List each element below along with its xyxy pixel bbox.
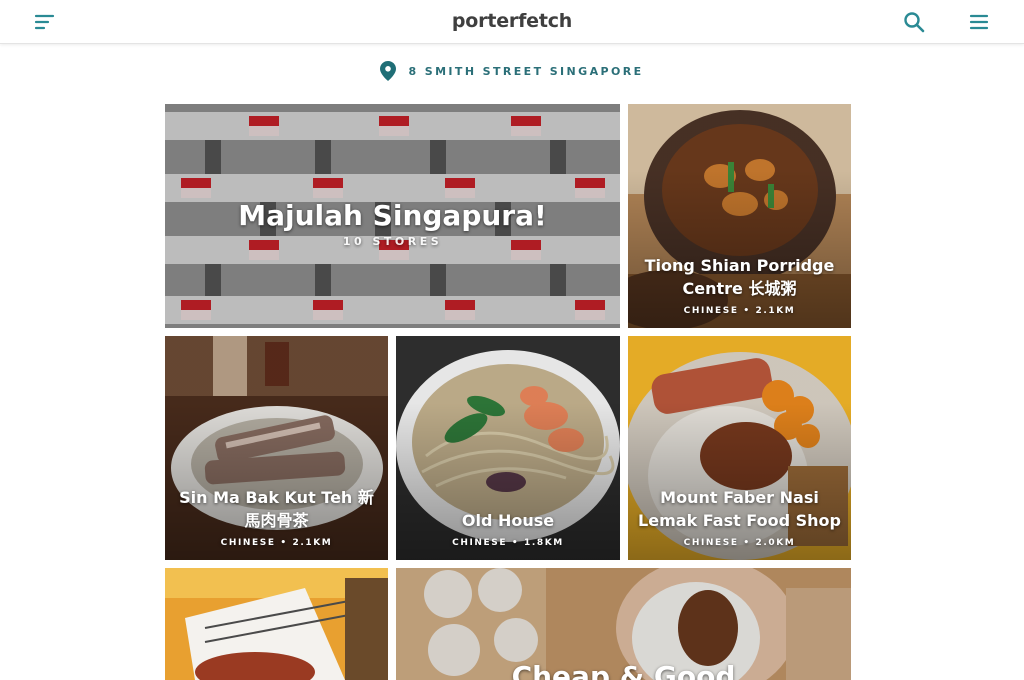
collection-card-majulah-singapura[interactable]: Majulah Singapura! 10 STORES [165,104,620,328]
restaurant-meta: CHINESE • 2.1KM [683,306,796,316]
collection-title: Cheap & Good [511,660,736,680]
restaurant-card-partial[interactable] [165,568,388,680]
map-pin-icon [380,61,397,81]
restaurant-name: Tiong Shian Porridge Centre 长城粥 [644,256,835,298]
location-address: 8 SMITH STREET SINGAPORE [408,64,644,78]
hamburger-icon[interactable] [968,11,990,33]
collection-store-count: 10 STORES [342,235,443,248]
restaurant-card-mount-faber-nasi-lemak[interactable]: Mount Faber Nasi Lemak Fast Food Shop CH… [628,336,851,560]
restaurant-name: Mount Faber Nasi Lemak Fast Food Shop [638,488,841,530]
restaurant-meta: CHINESE • 2.0KM [683,538,796,548]
restaurant-meta: CHINESE • 2.1KM [220,538,333,548]
collection-card-cheap-and-good[interactable]: Cheap & Good [396,568,851,680]
collection-title: Majulah Singapura! [238,199,547,232]
top-navigation-bar: porterfetch [0,0,1024,44]
restaurant-name: Old House [461,511,555,530]
brand-logo[interactable]: porterfetch [0,10,1024,32]
roast-meat-photo [165,568,388,680]
restaurant-card-tiong-shian[interactable]: Tiong Shian Porridge Centre 长城粥 CHINESE … [628,104,851,328]
search-icon[interactable] [903,11,925,33]
restaurant-card-sin-ma-bak-kut-teh[interactable]: Sin Ma Bak Kut Teh 新馬肉骨茶 CHINESE • 2.1KM [165,336,388,560]
restaurant-name: Sin Ma Bak Kut Teh 新馬肉骨茶 [179,488,374,530]
restaurant-meta: CHINESE • 1.8KM [452,538,564,548]
restaurant-card-old-house[interactable]: Old House CHINESE • 1.8KM [396,336,620,560]
delivery-location[interactable]: 8 SMITH STREET SINGAPORE [0,60,1024,82]
